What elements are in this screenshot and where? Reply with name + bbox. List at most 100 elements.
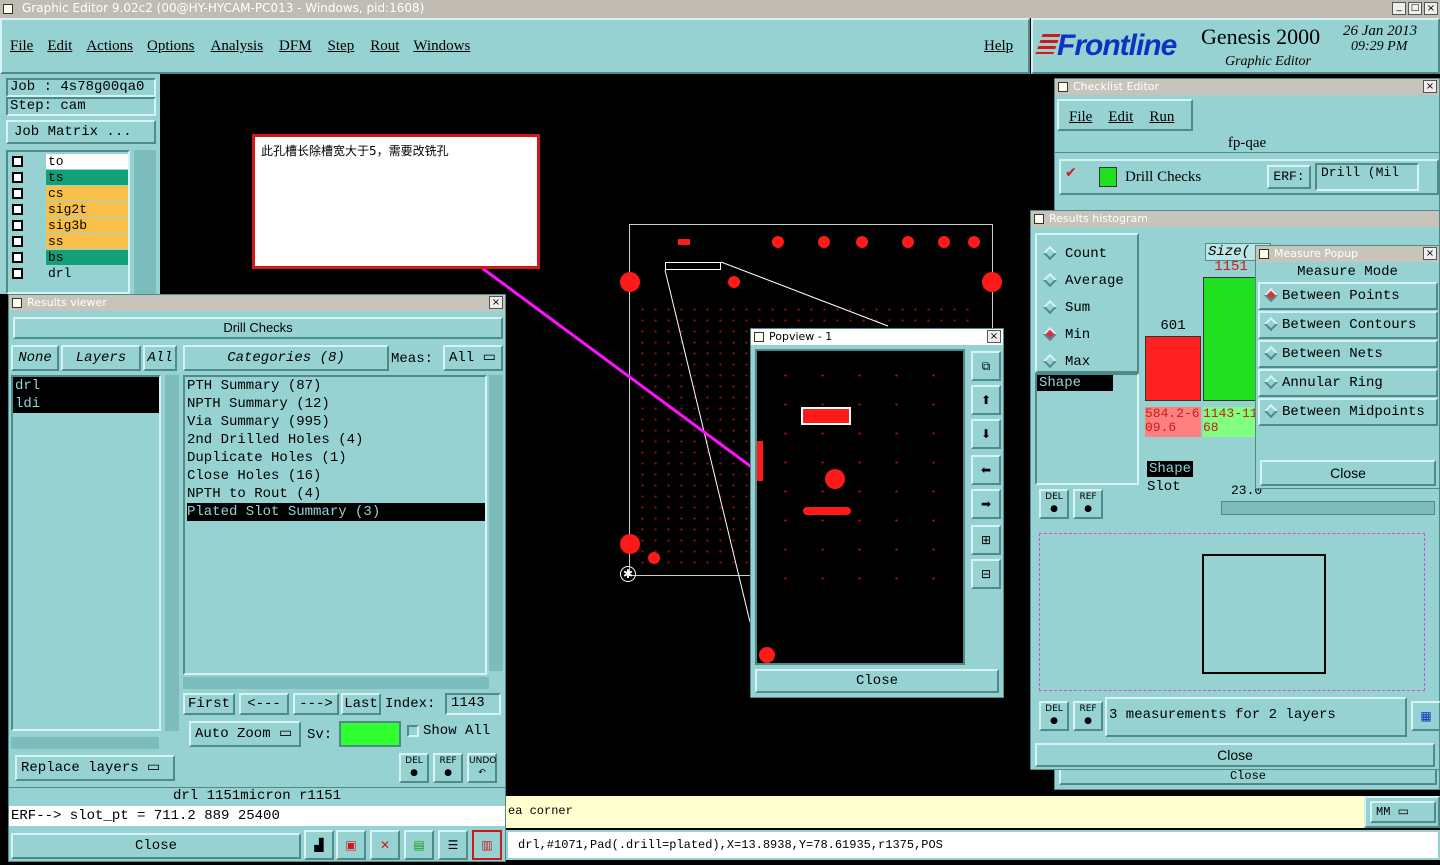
list-item[interactable]: ldi <box>13 395 159 413</box>
erf-field[interactable]: Drill (Mil <box>1315 163 1419 191</box>
menu-analysis[interactable]: Analysis <box>211 38 264 55</box>
layer-row[interactable]: cs <box>10 186 128 201</box>
category-item[interactable]: NPTH Summary (12) <box>187 395 485 413</box>
close-icon[interactable]: × <box>1423 247 1437 260</box>
category-hscroll[interactable] <box>183 677 489 689</box>
categories-button[interactable]: Categories (8) <box>183 345 389 371</box>
stat-option[interactable]: Min <box>1042 322 1137 349</box>
category-item[interactable]: Close Holes (16) <box>187 467 485 485</box>
job-matrix-button[interactable]: Job Matrix ... <box>6 120 156 144</box>
popview-canvas[interactable] <box>755 349 965 665</box>
drill-tool-icon[interactable]: ▣ <box>336 830 366 860</box>
measure-option[interactable]: Between Points <box>1258 282 1438 310</box>
layer-checkbox[interactable] <box>12 252 23 263</box>
stat-option[interactable]: Sum <box>1042 295 1137 322</box>
maximize-button[interactable]: □ <box>1408 2 1422 15</box>
checklist-menu-run[interactable]: Run <box>1149 109 1174 129</box>
replace-layers-select[interactable]: Replace layers ▭ <box>15 755 175 781</box>
menu-rout[interactable]: Rout <box>370 38 399 55</box>
none-button[interactable]: None <box>11 345 59 371</box>
category-item[interactable]: 2nd Drilled Holes (4) <box>187 431 485 449</box>
first-button[interactable]: First <box>183 693 235 715</box>
category-item[interactable]: PTH Summary (87) <box>187 377 485 395</box>
hist-ref-button[interactable]: REF ● <box>1073 489 1103 519</box>
layer-checkbox[interactable] <box>12 220 23 231</box>
list-item[interactable]: drl <box>13 377 159 395</box>
menu-step[interactable]: Step <box>328 38 355 55</box>
layer-list-scrollbar[interactable] <box>165 375 179 731</box>
menu-dfm[interactable]: DFM <box>279 38 312 55</box>
sv-color-select[interactable] <box>339 721 401 747</box>
shape-item[interactable]: Shape <box>1037 375 1113 391</box>
category-item[interactable]: Plated Slot Summary (3) <box>187 503 485 521</box>
layer-row[interactable]: drl <box>10 266 128 281</box>
layer-row[interactable]: ss <box>10 234 128 249</box>
show-all-checkbox[interactable] <box>407 725 419 737</box>
checklist-menu-edit[interactable]: Edit <box>1108 109 1133 129</box>
hist-del-button[interactable]: DEL ● <box>1039 489 1069 519</box>
histogram-bar[interactable] <box>1145 336 1201 401</box>
zoom-fit-icon[interactable]: ⧉ <box>971 351 1001 381</box>
index-input[interactable]: 1143 <box>445 693 501 715</box>
report-tool-icon[interactable]: ☰ <box>438 830 468 860</box>
category-list[interactable]: PTH Summary (87) NPTH Summary (12) Via Sum… <box>183 375 487 675</box>
pan-down-icon[interactable]: ⬇ <box>971 419 1001 449</box>
menu-windows[interactable]: Windows <box>413 38 470 55</box>
close-window-button[interactable]: × <box>1424 2 1438 15</box>
stat-option[interactable]: Max <box>1042 349 1137 376</box>
close-icon[interactable]: × <box>1423 80 1437 93</box>
zoom-out-icon[interactable]: ⊟ <box>971 559 1001 589</box>
layer-list-hscroll[interactable] <box>11 737 159 749</box>
layer-row[interactable]: sig2t <box>10 202 128 217</box>
layer-checkbox[interactable] <box>12 236 23 247</box>
all-button[interactable]: All <box>143 345 177 371</box>
layer-row[interactable]: ts <box>10 170 128 185</box>
category-scrollbar[interactable] <box>489 375 503 671</box>
layers-button[interactable]: Layers <box>61 345 141 371</box>
menu-actions[interactable]: Actions <box>86 38 133 55</box>
zoom-in-icon[interactable]: ⊞ <box>971 525 1001 555</box>
stat-option[interactable]: Count <box>1042 241 1137 268</box>
meas-select[interactable]: All ▭ <box>443 345 503 371</box>
category-item[interactable]: Duplicate Holes (1) <box>187 449 485 467</box>
shape-list[interactable]: Shape <box>1035 373 1139 485</box>
layer-results-list[interactable]: drl ldi <box>11 375 161 731</box>
measure-option[interactable]: Between Midpoints <box>1258 398 1438 426</box>
close-icon[interactable]: × <box>489 296 503 309</box>
histogram-slider[interactable] <box>1221 501 1435 515</box>
ref-button[interactable]: REF ● <box>433 753 463 783</box>
results-close-button[interactable]: Close <box>11 833 301 859</box>
category-item[interactable]: NPTH to Rout (4) <box>187 485 485 503</box>
histogram-tool-icon[interactable]: ▥ <box>472 830 502 860</box>
last-button[interactable]: Last <box>341 693 381 715</box>
category-item[interactable]: Via Summary (995) <box>187 413 485 431</box>
layer-checkbox[interactable] <box>12 204 23 215</box>
layer-row[interactable]: to <box>10 154 128 169</box>
close-icon[interactable]: × <box>987 330 1001 343</box>
histogram-bar[interactable] <box>1203 277 1259 401</box>
hist-ref2-button[interactable]: REF ● <box>1073 701 1103 731</box>
measure-option[interactable]: Between Contours <box>1258 311 1438 339</box>
ref-off-icon[interactable]: ✕ <box>370 830 400 860</box>
pan-up-icon[interactable]: ⬆ <box>971 385 1001 415</box>
layer-checkbox[interactable] <box>12 188 23 199</box>
prev-button[interactable]: <--- <box>239 693 289 715</box>
popview-close-button[interactable]: Close <box>755 669 999 693</box>
minimize-button[interactable]: _ <box>1392 2 1406 15</box>
layer-scrollbar[interactable] <box>134 150 156 294</box>
layer-row[interactable]: bs <box>10 250 128 265</box>
histogram-close-button[interactable]: Close <box>1035 743 1435 767</box>
layer-checkbox[interactable] <box>12 156 23 167</box>
undo-button[interactable]: UNDO ↶ <box>467 753 497 783</box>
number-tool-icon[interactable]: ▤ <box>404 830 434 860</box>
checklist-item-row[interactable]: ✔ Drill Checks ERF: Drill (Mil <box>1059 159 1439 195</box>
layer-tool-icon[interactable]: ▟ <box>304 830 334 860</box>
layer-checkbox[interactable] <box>12 172 23 183</box>
menu-options[interactable]: Options <box>147 38 195 55</box>
checklist-menu-file[interactable]: File <box>1069 109 1092 129</box>
del-button[interactable]: DEL ● <box>399 753 429 783</box>
measure-option[interactable]: Between Nets <box>1258 340 1438 368</box>
units-select[interactable]: MM ▭ <box>1370 801 1436 823</box>
pan-left-icon[interactable]: ⬅ <box>971 455 1001 485</box>
auto-zoom-select[interactable]: Auto Zoom ▭ <box>189 721 301 747</box>
